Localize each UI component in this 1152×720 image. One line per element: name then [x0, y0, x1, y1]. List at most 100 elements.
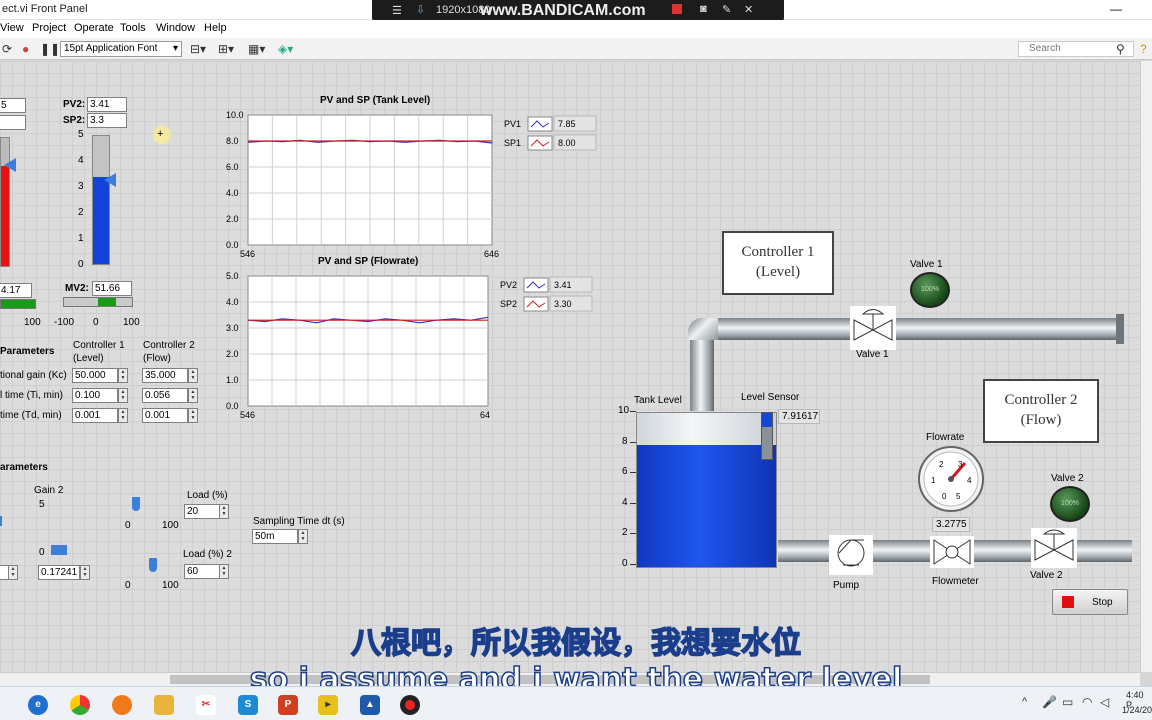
sp1-field[interactable]: 5: [0, 98, 26, 113]
photos-icon[interactable]: ▲: [360, 695, 380, 715]
clock-date[interactable]: 1/24/20: [1122, 705, 1152, 715]
stop-button[interactable]: Stop: [1052, 589, 1128, 615]
controller1-param-spinner[interactable]: ▲ ▼: [118, 408, 128, 423]
skype-icon[interactable]: S: [238, 695, 258, 715]
controller1-param-spinner[interactable]: ▲ ▼: [118, 368, 128, 383]
menu-help[interactable]: Help: [204, 22, 227, 34]
gauge-tick: 5: [956, 492, 961, 501]
record-icon[interactable]: [672, 4, 682, 14]
menu-tools[interactable]: Tools: [120, 22, 146, 34]
volume-icon[interactable]: ◁: [1100, 695, 1109, 709]
mic-icon[interactable]: 🎤: [1042, 695, 1057, 709]
valve1-led-label: Valve 1: [910, 259, 943, 270]
camera-icon[interactable]: ◙: [700, 3, 707, 15]
distribute-icon[interactable]: ⊞▾: [218, 42, 234, 56]
resize-icon[interactable]: ▦▾: [248, 42, 265, 56]
sp1-field-2[interactable]: [0, 115, 26, 130]
pv2-field[interactable]: 3.41: [87, 97, 127, 112]
edge-icon[interactable]: e: [28, 695, 48, 715]
controller2-param-field[interactable]: 0.056: [142, 388, 188, 403]
close-icon[interactable]: ✕: [744, 3, 753, 16]
pv2-slider[interactable]: [92, 135, 110, 265]
gain1-spinner[interactable]: ▲ ▼: [8, 565, 18, 580]
valve1-led: 100%: [910, 272, 950, 308]
load2-field[interactable]: 60: [184, 564, 220, 579]
menu-project[interactable]: Project: [32, 22, 66, 34]
controller2-param-field[interactable]: 35.000: [142, 368, 188, 383]
horizontal-scrollbar[interactable]: [0, 672, 1140, 686]
load1-field[interactable]: 20: [184, 504, 220, 519]
labview-icon[interactable]: ▸: [318, 695, 338, 715]
menu-window[interactable]: Window: [156, 22, 195, 34]
minimize-button[interactable]: —: [1110, 2, 1122, 16]
dt-field[interactable]: 50m: [252, 529, 298, 544]
vertical-scrollbar[interactable]: [1140, 61, 1152, 672]
gain2-tick: 5: [39, 499, 45, 510]
help-icon[interactable]: ?: [1140, 42, 1147, 56]
tick: 3: [78, 181, 84, 192]
chrome-icon[interactable]: [70, 695, 90, 715]
network-icon[interactable]: ▭: [1062, 695, 1073, 709]
font-select[interactable]: 15pt Application Font ▾: [60, 41, 182, 57]
menu-view[interactable]: View: [0, 22, 24, 34]
pin-icon[interactable]: ⇩: [416, 3, 425, 16]
mv1-field[interactable]: 4.17: [0, 283, 32, 298]
align-icon[interactable]: ⊟▾: [190, 42, 206, 56]
gain2-slider-thumb-a[interactable]: [0, 516, 2, 526]
y-tick-label: 0.0: [226, 401, 239, 411]
controller2-param-spinner[interactable]: ▲ ▼: [188, 368, 198, 383]
sp1-slider[interactable]: [0, 137, 10, 267]
menu-operate[interactable]: Operate: [74, 22, 114, 34]
gain2-slider-thumb[interactable]: [51, 545, 67, 555]
load2-spinner[interactable]: ▲ ▼: [219, 564, 229, 579]
wifi-icon[interactable]: ◠: [1082, 695, 1092, 709]
legend-name: SP2: [500, 299, 517, 309]
tray-chevron-icon[interactable]: ^: [1022, 696, 1027, 708]
powerpoint-icon[interactable]: P: [278, 695, 298, 715]
abort-icon[interactable]: ●: [22, 42, 29, 56]
search-icon[interactable]: ⚲: [1116, 42, 1125, 56]
gain2-label: Gain 2: [34, 485, 64, 496]
controller1-box: Controller 1 (Level): [722, 231, 834, 295]
valve2-led: 100%: [1050, 486, 1090, 522]
gain2-field[interactable]: 0.17241: [38, 565, 80, 580]
pause-icon[interactable]: ❚❚: [40, 42, 60, 56]
gain2-spinner[interactable]: ▲ ▼: [80, 565, 90, 580]
tick: 0: [125, 520, 131, 531]
controller2-param-spinner[interactable]: ▲ ▼: [188, 408, 198, 423]
controller2-param-spinner[interactable]: ▲ ▼: [188, 388, 198, 403]
scroll-thumb[interactable]: [170, 675, 930, 684]
valve2-icon[interactable]: [1031, 528, 1077, 568]
sp2-field[interactable]: 3.3: [87, 113, 127, 128]
controller2-param-field[interactable]: 0.001: [142, 408, 188, 423]
pen-icon[interactable]: ✎: [722, 3, 731, 16]
tank-tick: 4: [622, 496, 628, 508]
load1-slider-thumb[interactable]: [132, 497, 140, 511]
x-tick-label: 546: [240, 410, 255, 420]
valve1-icon[interactable]: [850, 306, 896, 350]
menu-icon[interactable]: ☰: [392, 4, 402, 17]
file-explorer-icon[interactable]: [154, 695, 174, 715]
gauge-tick: 0: [942, 492, 947, 501]
pv2-slider-thumb[interactable]: [104, 173, 116, 187]
dt-spinner[interactable]: ▲ ▼: [298, 529, 308, 544]
controller1-param-field[interactable]: 50.000: [72, 368, 118, 383]
tick: 1: [78, 233, 84, 244]
y-tick-label: 4.0: [226, 188, 239, 198]
run-continuous-icon[interactable]: ⟳: [2, 42, 12, 56]
load1-spinner[interactable]: ▲ ▼: [219, 504, 229, 519]
sensor-head: [762, 413, 772, 427]
firefox-icon[interactable]: [112, 695, 132, 715]
controller1-param-spinner[interactable]: ▲ ▼: [118, 388, 128, 403]
tank-tick: 8: [622, 435, 628, 447]
reorder-icon[interactable]: ◈▾: [278, 42, 293, 56]
vertical-pipe: [690, 329, 714, 411]
load2-slider-thumb[interactable]: [149, 558, 157, 572]
bandicam-icon[interactable]: [400, 695, 420, 715]
y-tick-label: 4.0: [226, 297, 239, 307]
sp1-slider-thumb[interactable]: [4, 158, 16, 172]
snipping-icon[interactable]: ✂: [196, 695, 216, 715]
controller1-param-field[interactable]: 0.100: [72, 388, 118, 403]
mv2-field[interactable]: 51.66: [92, 281, 132, 296]
controller1-param-field[interactable]: 0.001: [72, 408, 118, 423]
